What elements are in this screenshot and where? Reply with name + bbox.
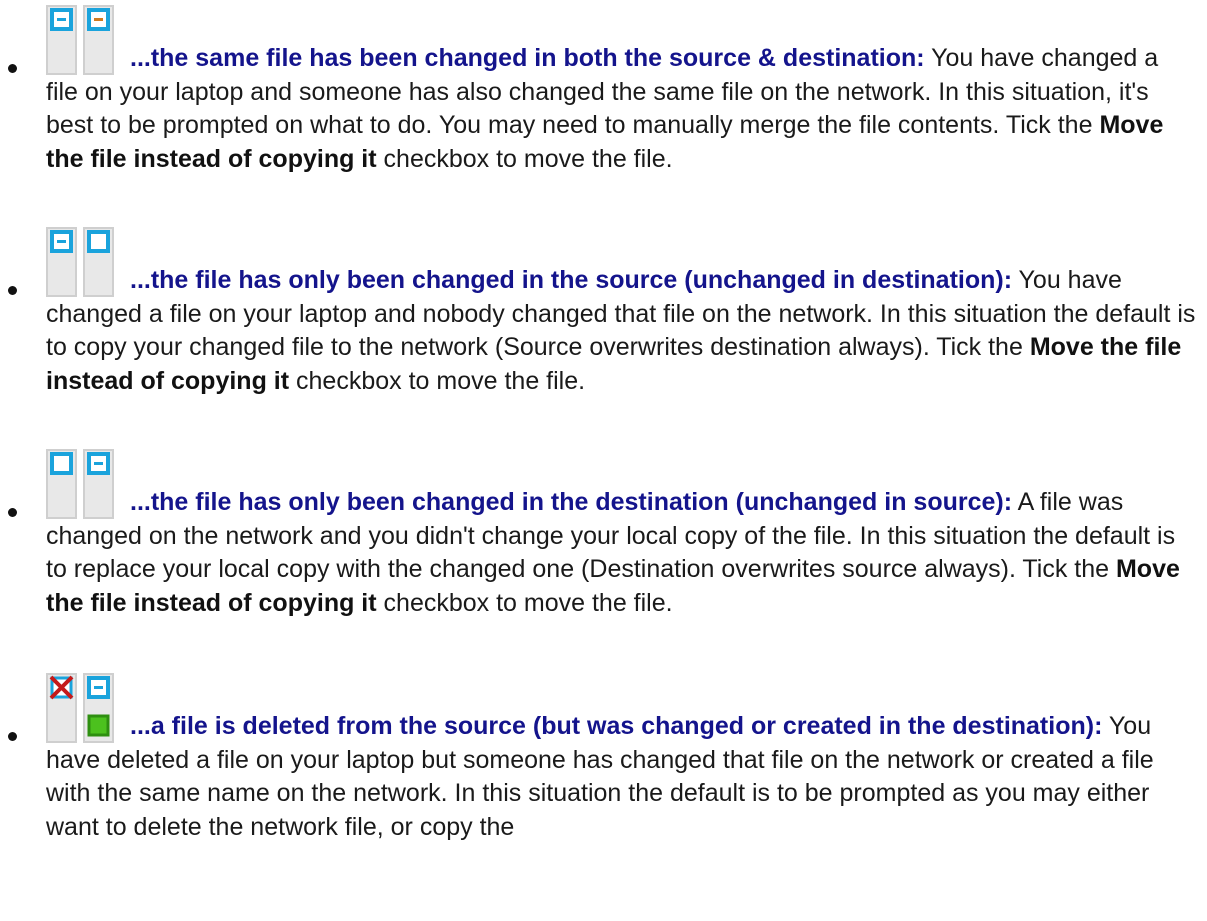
sync-state-icons — [46, 226, 116, 298]
list-item-text: ...the same file has been changed in bot… — [46, 4, 1196, 176]
list-item: ...the file has only been changed in the… — [8, 448, 1196, 620]
scenario-heading: ...the file has only been changed in the… — [130, 488, 1013, 516]
list-bullet — [8, 508, 17, 517]
sync-state-icons — [46, 4, 116, 76]
list-item: ...the same file has been changed in bot… — [8, 4, 1196, 176]
list-bullet — [8, 286, 17, 295]
list-item-text: ...a file is deleted from the source (bu… — [46, 672, 1196, 844]
scenario-heading: ...the same file has been changed in bot… — [130, 44, 925, 72]
file-deleted-source-icon — [46, 673, 77, 743]
scenario-description-end: checkbox to move the file. — [296, 366, 586, 395]
list-item: ...a file is deleted from the source (bu… — [8, 672, 1196, 844]
list-bullet — [8, 64, 17, 73]
list-bullet — [8, 732, 17, 741]
list-item-text: ...the file has only been changed in the… — [46, 448, 1196, 620]
file-created-destination-icon — [83, 673, 114, 743]
scenario-description-end: checkbox to move the file. — [383, 588, 673, 617]
file-unchanged-source-icon — [46, 449, 77, 519]
file-changed-destination-icon — [83, 449, 114, 519]
scenario-description-end: checkbox to move the file. — [383, 144, 673, 173]
scenario-heading: ...a file is deleted from the source (bu… — [130, 712, 1103, 740]
scenario-heading: ...the file has only been changed in the… — [130, 266, 1013, 294]
sync-state-icons — [46, 448, 116, 520]
file-changed-destination-icon — [83, 5, 114, 75]
file-changed-source-icon — [46, 5, 77, 75]
list-item-text: ...the file has only been changed in the… — [46, 226, 1196, 398]
file-unchanged-destination-icon — [83, 227, 114, 297]
list-item: ...the file has only been changed in the… — [8, 226, 1196, 398]
file-changed-source-icon — [46, 227, 77, 297]
sync-state-icons — [46, 672, 116, 744]
